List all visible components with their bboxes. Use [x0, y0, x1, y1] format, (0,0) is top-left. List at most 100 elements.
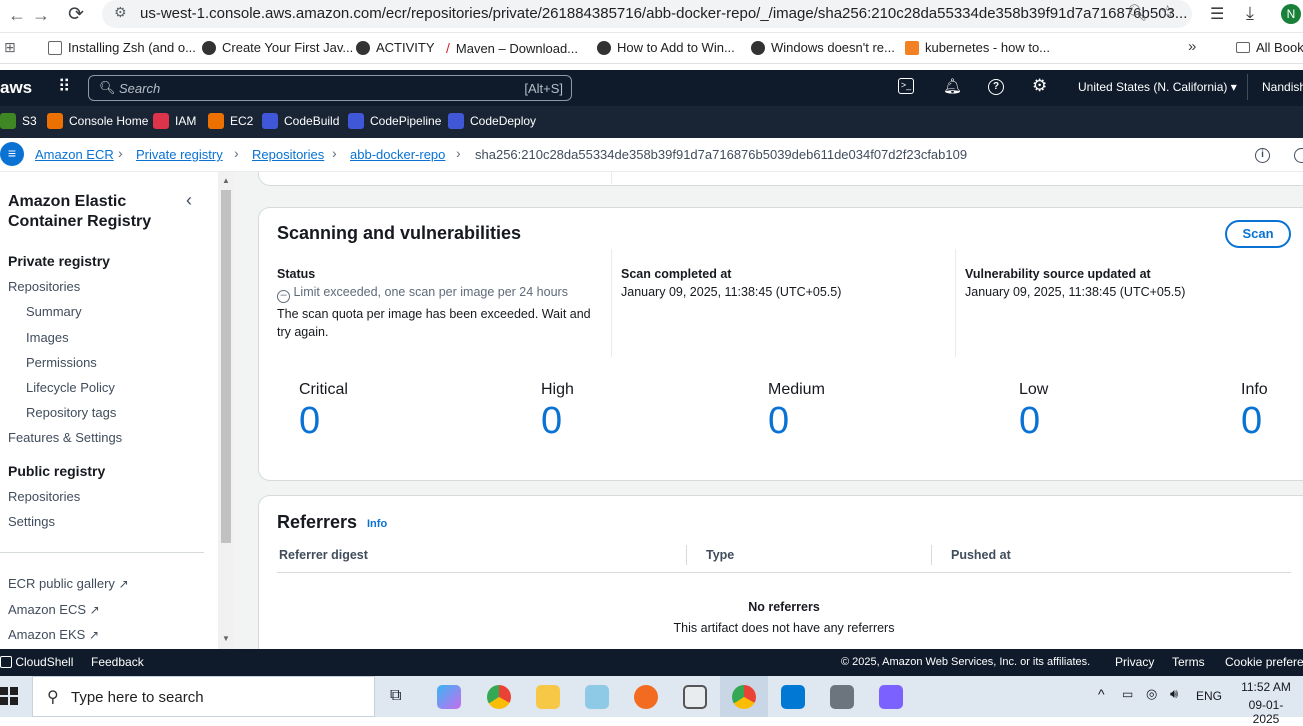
phone-link-icon[interactable] [683, 685, 707, 709]
aws-logo[interactable]: aws [0, 78, 32, 98]
sidebar-item-repository-tags[interactable]: Repository tags [26, 405, 116, 420]
private-registry-header[interactable]: Private registry [8, 253, 110, 269]
bookmark-item[interactable]: kubernetes - how to... [905, 40, 1050, 55]
crumb-repo[interactable]: abb-docker-repo [350, 147, 445, 162]
sidebar-item-repositories[interactable]: Repositories [8, 279, 80, 294]
severity-high-count[interactable]: 0 [541, 400, 562, 443]
sidebar-item-features-settings[interactable]: Features & Settings [8, 430, 122, 445]
help-icon[interactable]: ? [988, 79, 1004, 95]
feedback-link[interactable]: Feedback [91, 655, 144, 669]
sidebar-item-lifecycle-policy[interactable]: Lifecycle Policy [26, 380, 115, 395]
copilot-icon[interactable] [437, 685, 461, 709]
sidebar-item-public-settings[interactable]: Settings [8, 514, 55, 529]
crumb-repositories[interactable]: Repositories [252, 147, 324, 162]
windows-start-icon[interactable] [0, 687, 18, 705]
sidebar-scrollbar[interactable]: ▲ ▼ [218, 172, 234, 649]
bookmark-item[interactable]: Create Your First Jav... [202, 40, 353, 55]
search-input[interactable]: 🔍︎ Search [Alt+S] [88, 75, 572, 101]
all-bookmarks[interactable]: All Book [1236, 40, 1303, 55]
language-indicator[interactable]: ENG [1196, 689, 1222, 703]
notifications-panel-icon[interactable] [1294, 148, 1303, 163]
crumb-private-registry[interactable]: Private registry [136, 147, 223, 162]
zoom-icon[interactable]: 🔍︎ [1127, 3, 1147, 23]
sidebar-item-images[interactable]: Images [26, 330, 69, 345]
fav-codedeploy[interactable]: CodeDeploy [448, 113, 536, 129]
task-view-icon[interactable]: ⧉ [390, 687, 401, 705]
severity-critical-count[interactable]: 0 [299, 400, 320, 443]
sidebar-item-permissions[interactable]: Permissions [26, 355, 97, 370]
privacy-link[interactable]: Privacy [1115, 655, 1154, 669]
cookie-preferences-link[interactable]: Cookie preferen [1225, 655, 1303, 669]
notepad-icon[interactable] [585, 685, 609, 709]
cloudshell-icon[interactable]: >_ [898, 78, 914, 94]
fav-codebuild[interactable]: CodeBuild [262, 113, 339, 129]
crumb-current-digest: sha256:210c28da55334de358b39f91d7a716876… [475, 147, 968, 162]
back-icon[interactable]: ← [8, 5, 26, 26]
cloudshell-button[interactable]: CloudShell [0, 655, 73, 669]
referrers-info-link[interactable]: Info [367, 518, 387, 530]
public-registry-header[interactable]: Public registry [8, 463, 105, 479]
git-icon[interactable] [879, 685, 903, 709]
info-panel-icon[interactable]: i [1255, 148, 1270, 163]
sidebar-item-public-repositories[interactable]: Repositories [8, 489, 80, 504]
fav-codepipeline[interactable]: CodePipeline [348, 113, 441, 129]
taskbar-search-input[interactable]: ⚲ Type here to search [32, 676, 375, 717]
url-text[interactable]: us-west-1.console.aws.amazon.com/ecr/rep… [140, 5, 1187, 22]
bookmark-item[interactable]: / Maven – Download... [446, 40, 578, 56]
clock-time[interactable]: 11:52 AM [1236, 680, 1296, 694]
severity-low-count[interactable]: 0 [1019, 400, 1040, 443]
bookmark-star-icon[interactable]: ☆ [1160, 2, 1175, 22]
chrome-icon[interactable] [487, 685, 511, 709]
services-grid-icon[interactable]: ⠿ [58, 77, 70, 97]
volume-icon[interactable]: 🔊︎ [1170, 686, 1178, 702]
postman-icon[interactable] [634, 685, 658, 709]
chrome-profile-icon[interactable] [732, 685, 756, 709]
file-explorer-icon[interactable] [536, 685, 560, 709]
col-pushed-at[interactable]: Pushed at [951, 548, 1011, 562]
profile-avatar[interactable]: N [1281, 4, 1301, 24]
bookmark-item[interactable]: Installing Zsh (and o... [48, 40, 196, 55]
region-selector[interactable]: United States (N. California) ▾ [1078, 80, 1237, 94]
sidebar-item-summary[interactable]: Summary [26, 304, 82, 319]
settings-gear-icon[interactable]: ⚙ [1032, 76, 1047, 96]
tray-chevron-up-icon[interactable]: ^ [1098, 686, 1105, 702]
battery-icon[interactable]: ▭ [1122, 687, 1133, 701]
col-type[interactable]: Type [706, 548, 734, 562]
fav-ec2[interactable]: EC2 [208, 113, 253, 129]
fav-s3[interactable]: S3 [0, 113, 37, 129]
menu-hamburger-icon[interactable]: ≡ [0, 142, 24, 166]
sidebar-link-amazon-ecs[interactable]: Amazon ECS ↗ [8, 602, 100, 617]
vscode-icon[interactable] [781, 685, 805, 709]
reload-icon[interactable]: ⟳ [68, 3, 84, 26]
collapse-chevron-icon[interactable]: ‹ [186, 190, 192, 211]
fav-console-home[interactable]: Console Home [47, 113, 148, 129]
fav-iam[interactable]: IAM [153, 113, 196, 129]
bookmark-item[interactable]: How to Add to Win... [597, 40, 735, 55]
bell-icon[interactable]: 🔔︎ [943, 77, 962, 95]
col-referrer-digest[interactable]: Referrer digest [279, 548, 368, 562]
crumb-amazon-ecr[interactable]: Amazon ECR [35, 147, 114, 162]
forward-icon[interactable]: → [32, 5, 50, 26]
apps-icon[interactable]: ⊞ [4, 39, 16, 56]
bookmark-item[interactable]: ACTIVITY [356, 40, 435, 55]
severity-medium-count[interactable]: 0 [768, 400, 789, 443]
sidebar-link-amazon-eks[interactable]: Amazon EKS ↗ [8, 627, 99, 642]
more-bookmarks-icon[interactable]: » [1188, 38, 1196, 55]
scan-button[interactable]: Scan [1225, 220, 1291, 248]
clock-date[interactable]: 09-01-2025 [1236, 698, 1296, 726]
scroll-up-icon[interactable]: ▲ [222, 176, 230, 185]
scrollbar-thumb[interactable] [221, 190, 231, 543]
camera-icon[interactable]: ◎ [1146, 686, 1157, 702]
download-icon[interactable]: ⤓ [1246, 3, 1254, 24]
severity-info-count[interactable]: 0 [1241, 400, 1262, 443]
site-info-icon[interactable]: ⚙ [114, 4, 127, 21]
terms-link[interactable]: Terms [1172, 655, 1205, 669]
bookmark-item[interactable]: Windows doesn't re... [751, 40, 895, 55]
reading-list-icon[interactable]: ☰ [1210, 4, 1224, 24]
sidebar-link-ecr-public-gallery[interactable]: ECR public gallery ↗ [8, 576, 129, 591]
aws-favorites-bar: S3 Console Home IAM EC2 CodeBuild CodePi… [0, 106, 1303, 138]
user-menu[interactable]: Nandish [1262, 80, 1303, 94]
scroll-down-icon[interactable]: ▼ [222, 634, 230, 643]
address-bar[interactable]: ⚙ us-west-1.console.aws.amazon.com/ecr/r… [102, 0, 1192, 28]
photos-icon[interactable] [830, 685, 854, 709]
